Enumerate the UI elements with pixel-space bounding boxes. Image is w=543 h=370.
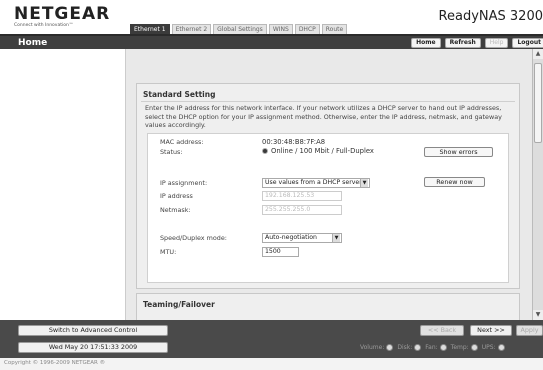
apply-button[interactable]: Apply	[516, 325, 543, 336]
switch-advanced-control-button[interactable]: Switch to Advanced Control	[18, 325, 168, 336]
scroll-down-icon[interactable]: ▼	[533, 310, 543, 320]
temp-status-icon[interactable]	[470, 344, 478, 351]
ip-assignment-label: IP assignment:	[160, 179, 208, 187]
disk-label: Disk:	[397, 344, 413, 351]
mac-address-value: 00:30:48:B8:7F:A8	[262, 138, 326, 146]
page-title: Home	[18, 38, 48, 48]
refresh-button[interactable]: Refresh	[444, 38, 481, 48]
logo-word: NETGEAR	[14, 4, 111, 24]
fan-label: Fan:	[425, 344, 438, 351]
status-indicator-icon	[262, 148, 268, 154]
title-bar: Home Home Refresh Help Logout	[0, 34, 543, 49]
top-button-group: Home Refresh Help Logout	[407, 38, 543, 48]
scroll-thumb[interactable]	[534, 63, 542, 143]
teaming-failover-title: Teaming/Failover	[143, 300, 215, 309]
product-name: ReadyNAS 3200	[438, 9, 543, 24]
status-value: Online / 100 Mbit / Full-Duplex	[262, 147, 374, 155]
scrollbar[interactable]: ▲ ▼	[532, 49, 543, 320]
mtu-label: MTU:	[160, 248, 177, 256]
status-label: Status:	[160, 148, 183, 156]
show-errors-button[interactable]: Show errors	[424, 147, 493, 157]
netgear-logo: NETGEAR Connect with Innovation™	[14, 4, 111, 28]
disk-status-icon[interactable]	[414, 344, 422, 351]
sidebar	[0, 49, 126, 320]
bottom-toolbar: Switch to Advanced Control Wed May 20 17…	[0, 320, 543, 358]
ups-label: UPS:	[481, 344, 496, 351]
ip-assignment-select[interactable]: Use values from a DHCP server ▼	[262, 178, 370, 188]
chevron-down-icon: ▼	[360, 179, 368, 187]
header: NETGEAR Connect with Innovation™ ReadyNA…	[0, 0, 543, 35]
status-indicators: Volume: Disk: Fan: Temp: UPS:	[360, 344, 509, 351]
temp-label: Temp:	[450, 344, 469, 351]
home-button[interactable]: Home	[411, 38, 441, 48]
mtu-field[interactable]: 1500	[262, 247, 299, 257]
copyright-text: Copyright © 1996-2009 NETGEAR ®	[4, 360, 106, 366]
next-button[interactable]: Next >>	[470, 325, 512, 336]
ups-status-icon[interactable]	[497, 344, 505, 351]
standard-setting-title: Standard Setting	[143, 90, 216, 99]
netmask-label: Netmask:	[160, 206, 191, 214]
volume-status-icon[interactable]	[386, 344, 394, 351]
mac-address-label: MAC address:	[160, 138, 204, 146]
ip-address-label: IP address	[160, 192, 193, 200]
standard-setting-panel: Standard Setting Enter the IP address fo…	[136, 83, 520, 289]
interface-settings-box: MAC address: 00:30:48:B8:7F:A8 Status: O…	[147, 133, 509, 283]
teaming-failover-panel[interactable]: Teaming/Failover	[136, 293, 520, 320]
chevron-down-icon: ▼	[332, 234, 340, 242]
status-text: Online / 100 Mbit / Full-Duplex	[271, 147, 374, 155]
logout-button[interactable]: Logout	[512, 38, 543, 48]
renew-now-button[interactable]: Renew now	[424, 177, 485, 187]
datetime-display: Wed May 20 17:51:33 2009	[18, 342, 168, 353]
ip-address-field[interactable]: 192.168.125.53	[262, 191, 342, 201]
back-button[interactable]: << Back	[420, 325, 464, 336]
scroll-up-icon[interactable]: ▲	[533, 49, 543, 59]
main-content: Standard Setting Enter the IP address fo…	[126, 49, 532, 320]
help-button[interactable]: Help	[484, 38, 509, 48]
speed-duplex-selected: Auto-negotiation	[265, 234, 317, 241]
ip-assignment-selected: Use values from a DHCP server	[265, 179, 362, 186]
netmask-field[interactable]: 255.255.255.0	[262, 205, 342, 215]
speed-duplex-select[interactable]: Auto-negotiation ▼	[262, 233, 342, 243]
fan-status-icon[interactable]	[439, 344, 447, 351]
volume-label: Volume:	[360, 344, 385, 351]
standard-setting-description: Enter the IP address for this network in…	[145, 104, 502, 129]
divider	[141, 101, 515, 102]
speed-duplex-label: Speed/Duplex mode:	[160, 234, 227, 242]
